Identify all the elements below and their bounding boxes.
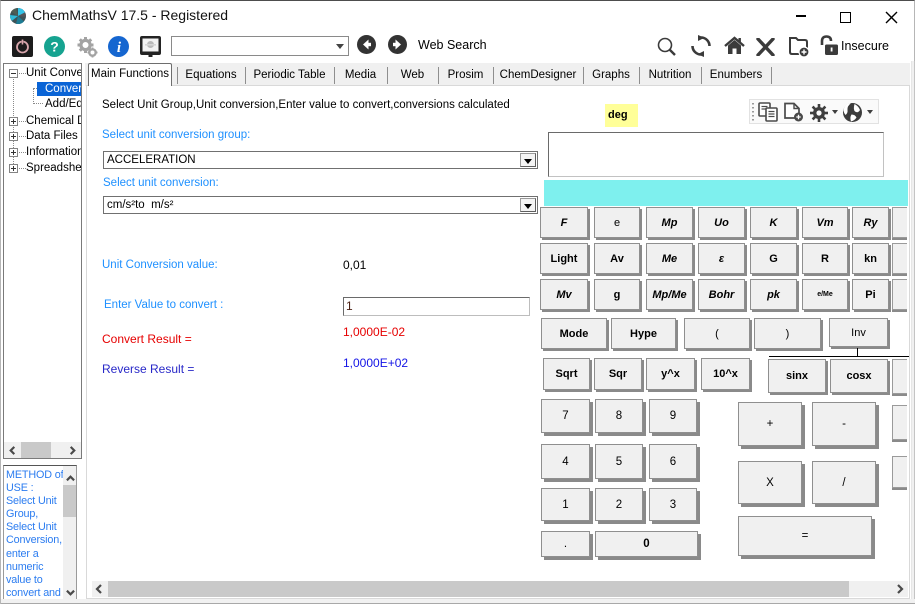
svg-text:?: ?: [50, 39, 59, 55]
